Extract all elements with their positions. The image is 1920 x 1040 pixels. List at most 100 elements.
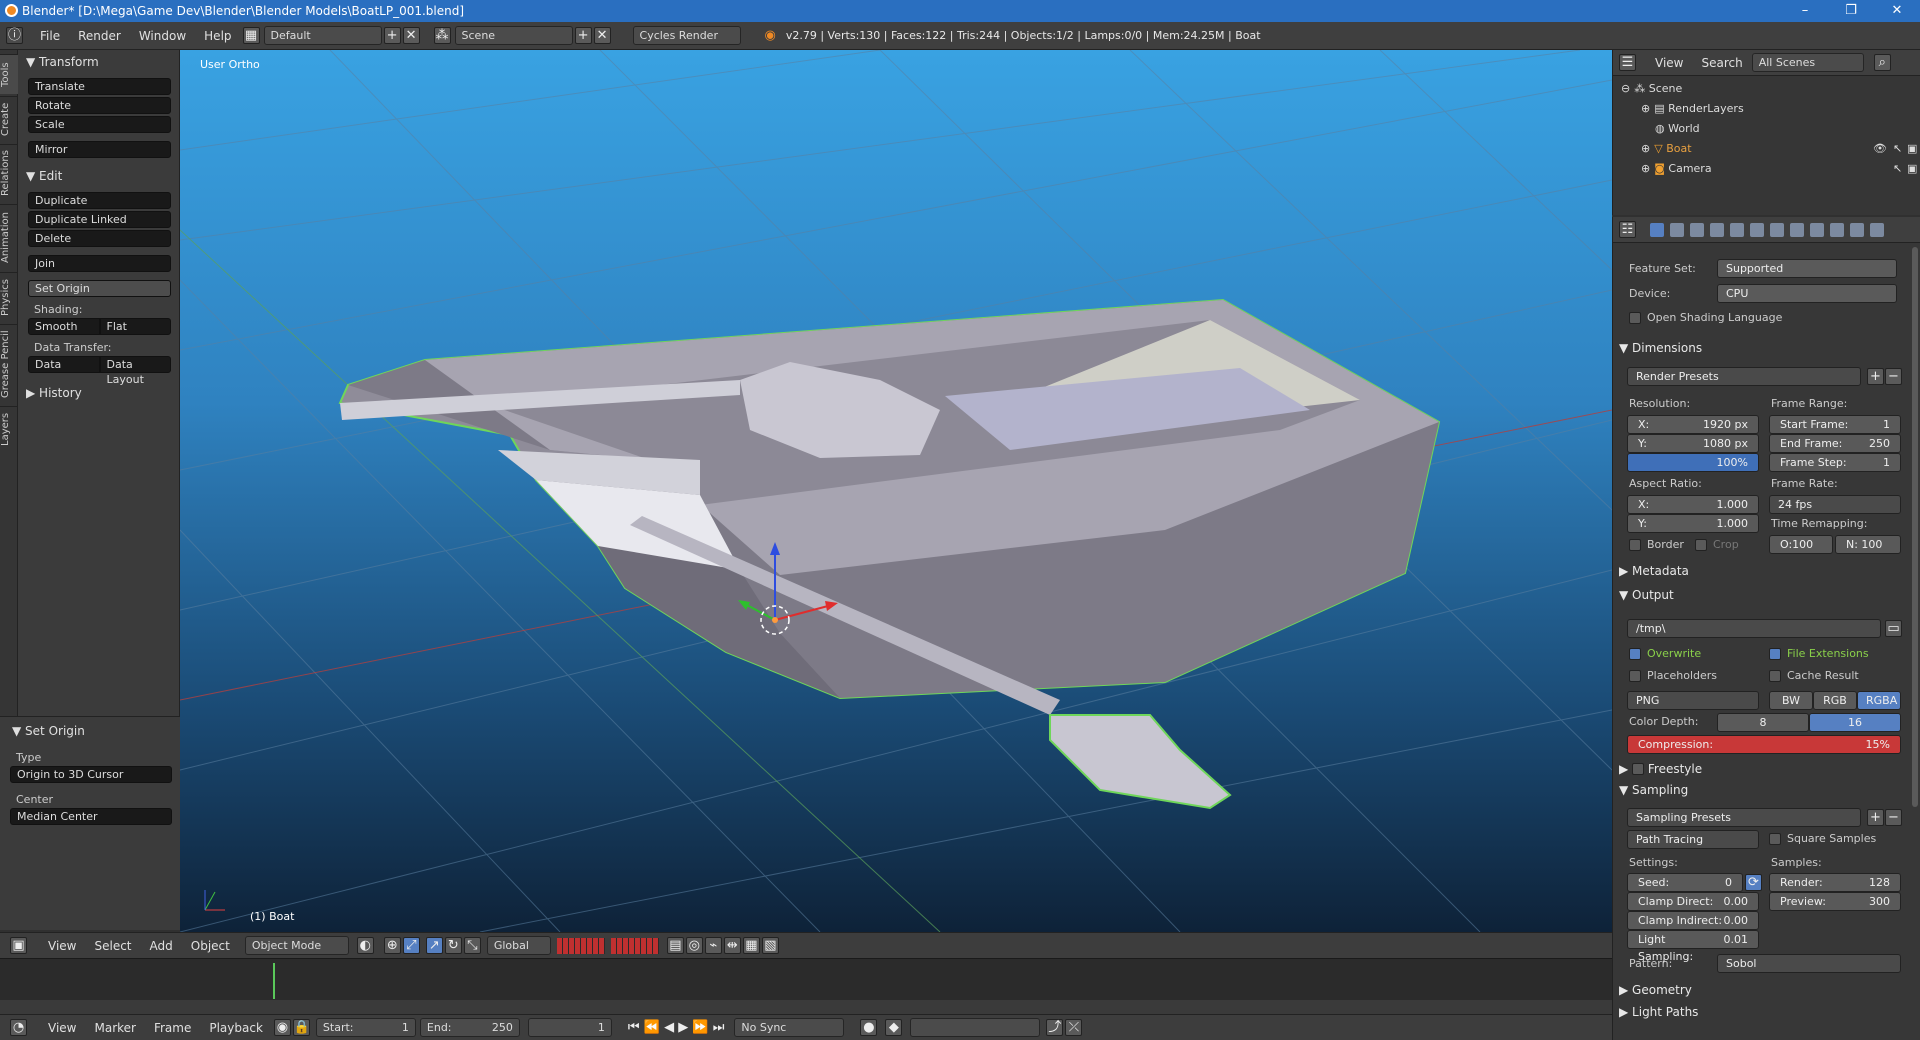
outliner-item-boat[interactable]: ⊕ ▽ Boat 👁 ↖ ▣ — [1641, 138, 1920, 158]
object-tab-icon[interactable] — [1730, 222, 1744, 237]
mode-select[interactable]: Object Mode — [244, 936, 349, 955]
flat-button[interactable]: Flat — [99, 318, 171, 335]
timeline-playhead[interactable] — [273, 963, 275, 999]
rgba-button[interactable]: RGBA — [1857, 691, 1901, 710]
sampling-header[interactable]: ▼ Sampling — [1619, 783, 1688, 797]
outliner-item-renderlayers[interactable]: ⊕ ▤ RenderLayers — [1641, 98, 1920, 118]
tab-grease-pencil[interactable]: Grease Pencil — [0, 324, 18, 404]
insert-keyframe-icon[interactable]: ⤴ — [1046, 1019, 1064, 1036]
modifiers-tab-icon[interactable] — [1770, 222, 1784, 237]
boat-select-icon[interactable]: ↖ — [1893, 142, 1902, 155]
placeholders-checkbox[interactable] — [1629, 670, 1641, 682]
origin-type-select[interactable]: Origin to 3D Cursor — [10, 766, 172, 783]
frame-step-field[interactable]: Frame Step: 1 — [1769, 453, 1901, 472]
remove-render-preset-button[interactable]: − — [1885, 368, 1902, 385]
render-presets-select[interactable]: Render Presets — [1627, 367, 1861, 386]
minimize-button[interactable]: – — [1782, 0, 1828, 22]
remove-sampling-preset-button[interactable]: − — [1885, 809, 1902, 826]
depth-8-button[interactable]: 8 — [1717, 713, 1809, 732]
osl-checkbox[interactable] — [1629, 312, 1641, 324]
time-old-field[interactable]: O:100 — [1769, 535, 1833, 554]
3d-viewport[interactable]: User Ortho (1) Boat — [180, 50, 1612, 932]
resolution-y-field[interactable]: Y: 1080 px — [1627, 434, 1759, 453]
editor-type-icon[interactable]: ▣ — [10, 937, 27, 954]
menu-select[interactable]: Select — [85, 939, 140, 953]
operator-panel-header[interactable]: ▼ Set Origin — [0, 721, 180, 741]
square-samples-checkbox[interactable] — [1769, 833, 1781, 845]
scale-button[interactable]: Scale — [28, 116, 171, 133]
jump-end-icon[interactable]: ⏭ — [713, 1020, 725, 1035]
tab-tools[interactable]: Tools — [0, 54, 18, 94]
properties-scrollbar[interactable] — [1912, 247, 1918, 807]
menu-frame[interactable]: Frame — [145, 1021, 200, 1035]
scene-field[interactable]: Scene — [454, 26, 573, 45]
set-origin-select[interactable]: Set Origin — [28, 280, 171, 297]
current-frame-field[interactable]: 1 — [527, 1018, 612, 1037]
camera-select-icon[interactable]: ↖ — [1893, 162, 1902, 175]
menu-marker[interactable]: Marker — [85, 1021, 144, 1035]
proportional-edit-icon[interactable]: ◎ — [685, 937, 703, 954]
timeline[interactable]: -50-40-30-20-100102030405060708090100110… — [0, 958, 1612, 1014]
sampling-presets-select[interactable]: Sampling Presets — [1627, 808, 1861, 827]
file-format-select[interactable]: PNG — [1627, 691, 1759, 710]
history-header[interactable]: ▶ History — [18, 383, 179, 403]
play-icon[interactable]: ▶ — [678, 1020, 688, 1035]
play-reverse-icon[interactable]: ◀ — [664, 1020, 674, 1035]
boat-render-icon[interactable]: ▣ — [1907, 142, 1917, 155]
tab-layers[interactable]: Layers — [0, 406, 18, 452]
physics-tab-icon[interactable] — [1870, 222, 1884, 237]
outliner-item-scene[interactable]: ⊖ ⁂ Scene — [1621, 78, 1920, 98]
frame-rate-select[interactable]: 24 fps — [1769, 495, 1901, 514]
render-animation-icon[interactable]: ▧ — [761, 937, 779, 954]
scale-manipulator-icon[interactable]: ⤡ — [463, 937, 481, 954]
file-extensions-checkbox[interactable] — [1769, 648, 1781, 660]
compression-slider[interactable]: Compression: 15% — [1627, 735, 1901, 754]
feature-set-select[interactable]: Supported — [1717, 259, 1897, 278]
cache-result-checkbox[interactable] — [1769, 670, 1781, 682]
material-tab-icon[interactable] — [1810, 222, 1824, 237]
data-button[interactable]: Data — [28, 356, 100, 373]
maximize-button[interactable]: ❐ — [1828, 0, 1874, 22]
data-tab-icon[interactable] — [1790, 222, 1804, 237]
join-button[interactable]: Join — [28, 255, 171, 272]
resolution-percent-field[interactable]: 100% — [1627, 453, 1759, 472]
snap-icon[interactable]: ⌁ — [704, 937, 722, 954]
output-path-field[interactable]: /tmp\ — [1627, 619, 1881, 638]
sync-select[interactable]: No Sync — [734, 1018, 845, 1037]
add-scene-button[interactable]: + — [574, 27, 592, 44]
rgb-button[interactable]: RGB — [1813, 691, 1857, 710]
opengl-render-icon[interactable]: ▦ — [742, 937, 760, 954]
add-render-preset-button[interactable]: + — [1867, 368, 1884, 385]
resolution-x-field[interactable]: X: 1920 px — [1627, 415, 1759, 434]
screen-layout-icon[interactable]: ▦ — [242, 27, 260, 44]
time-new-field[interactable]: N: 100 — [1835, 535, 1901, 554]
menu-view-timeline[interactable]: View — [39, 1021, 85, 1035]
timeline-editor-icon[interactable]: ◔ — [10, 1019, 27, 1036]
delete-button[interactable]: Delete — [28, 230, 171, 247]
lock-range-icon[interactable]: 🔒 — [292, 1019, 310, 1036]
light-paths-header[interactable]: ▶ Light Paths — [1619, 1005, 1698, 1019]
keying-set-icon[interactable]: ◆ — [885, 1019, 903, 1036]
geometry-header[interactable]: ▶ Geometry — [1619, 983, 1692, 997]
freestyle-header[interactable]: ▶ Freestyle — [1619, 761, 1702, 776]
menu-help[interactable]: Help — [195, 29, 240, 43]
mirror-button[interactable]: Mirror — [28, 141, 171, 158]
boat-visibility-icon[interactable]: 👁 — [1873, 142, 1887, 155]
scene-tab-icon[interactable] — [1690, 222, 1704, 237]
start-frame-field[interactable]: Start Frame: 1 — [1769, 415, 1901, 434]
output-header[interactable]: ▼ Output — [1619, 588, 1674, 602]
next-keyframe-icon[interactable]: ⏩ — [692, 1020, 708, 1035]
tab-create[interactable]: Create — [0, 96, 18, 142]
snap-target-icon[interactable]: ⇹ — [723, 937, 741, 954]
clamp-direct-field[interactable]: Clamp Direct: 0.00 — [1627, 892, 1759, 911]
layout-field[interactable]: Default — [263, 26, 382, 45]
rotate-manipulator-icon[interactable]: ↻ — [444, 937, 462, 954]
particles-tab-icon[interactable] — [1850, 222, 1864, 237]
pivot-icon[interactable]: ⊕ — [383, 937, 401, 954]
freestyle-checkbox[interactable] — [1632, 763, 1645, 775]
outliner-item-camera[interactable]: ⊕ ◙ Camera ↖ ▣ — [1641, 158, 1920, 178]
end-frame-field[interactable]: End Frame: 250 — [1769, 434, 1901, 453]
aspect-x-field[interactable]: X: 1.000 — [1627, 495, 1759, 514]
transform-header[interactable]: ▼ Transform — [18, 52, 179, 72]
preview-range-icon[interactable]: ◉ — [273, 1019, 291, 1036]
